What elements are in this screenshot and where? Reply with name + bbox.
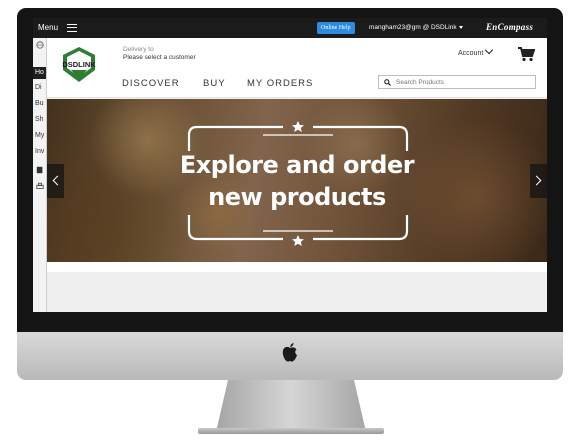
account-menu[interactable]: Account: [458, 45, 494, 57]
sidebar-item-home[interactable]: Ho: [33, 67, 46, 79]
cart-icon[interactable]: [517, 46, 535, 62]
search-icon: [384, 79, 391, 86]
encompass-logo: EnCompass: [486, 22, 534, 32]
online-help-button[interactable]: Online Help: [317, 22, 355, 34]
globe-icon[interactable]: [36, 41, 44, 49]
hero-banner: Explore and order new products: [47, 99, 547, 262]
book-icon[interactable]: [36, 166, 44, 174]
sidebar-item-my-orders[interactable]: My: [35, 132, 44, 139]
carousel-prev-button[interactable]: [47, 164, 64, 198]
star-icon: [292, 121, 304, 132]
search-box[interactable]: [378, 75, 536, 89]
chevron-down-icon: [458, 25, 463, 29]
page-content: [47, 262, 547, 312]
delivery-label: Delivery to: [123, 46, 154, 53]
hero-frame: [187, 121, 409, 246]
sidebar-item-buy[interactable]: Bu: [35, 100, 44, 107]
top-bar: Menu Online Help mangham23@gm @ DSDLink …: [33, 18, 547, 38]
hero-headline-line2: new products: [208, 183, 386, 211]
chevron-down-icon: [485, 45, 494, 55]
site-header: DSDLINK Delivery to Please select a cust…: [47, 38, 547, 98]
hero-headline-line1: Explore and order: [179, 151, 415, 179]
dsdlink-logo[interactable]: DSDLINK: [59, 46, 99, 84]
chevron-left-icon: [52, 175, 63, 186]
search-input[interactable]: [396, 76, 532, 88]
monitor-stand-base: [198, 428, 384, 434]
account-label: Account: [458, 50, 484, 57]
content-strip: [47, 262, 547, 272]
sidebar-item-shop[interactable]: Sh: [35, 116, 44, 123]
delivery-customer-select[interactable]: Please select a customer: [123, 54, 196, 61]
nav-my-orders[interactable]: MY ORDERS: [247, 78, 313, 89]
monitor-stand: [216, 380, 366, 432]
sidebar-item-discover[interactable]: Di: [35, 84, 42, 91]
user-menu[interactable]: mangham23@gm @ DSDLink: [369, 24, 463, 31]
imac-display: Menu Online Help mangham23@gm @ DSDLink …: [0, 0, 569, 443]
sidebar-item-inventory[interactable]: Inv: [35, 148, 44, 155]
side-nav: Ho Di Bu Sh My Inv: [33, 38, 47, 312]
logo-text: DSDLINK: [62, 60, 96, 69]
hamburger-icon[interactable]: [67, 24, 77, 32]
apple-logo-icon: [282, 343, 297, 362]
user-label: mangham23@gm @ DSDLink: [369, 24, 457, 31]
screen: Menu Online Help mangham23@gm @ DSDLink …: [33, 18, 547, 312]
star-icon: [292, 235, 304, 246]
menu-label[interactable]: Menu: [38, 23, 58, 32]
printer-icon[interactable]: [36, 182, 44, 190]
carousel-next-button[interactable]: [530, 164, 547, 198]
chevron-right-icon: [531, 175, 542, 186]
nav-buy[interactable]: BUY: [203, 78, 226, 89]
nav-discover[interactable]: DISCOVER: [122, 78, 180, 89]
